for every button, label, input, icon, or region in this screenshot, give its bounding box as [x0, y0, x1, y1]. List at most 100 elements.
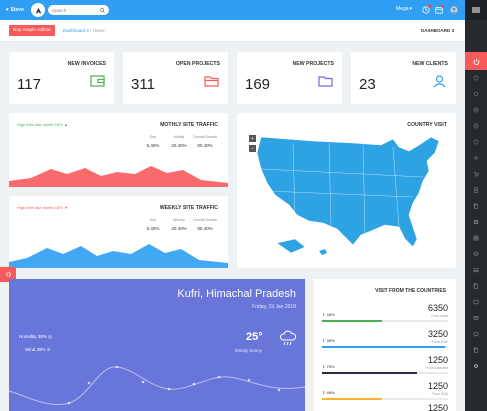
image-icon [473, 267, 479, 273]
visits-title: VISIT FROM THE COUNTRIES [375, 288, 446, 294]
mail-icon [473, 316, 479, 320]
grid-icon [473, 219, 479, 225]
gear-icon [473, 363, 479, 369]
list-item: 6350 From India ⬆ 48% [322, 303, 448, 323]
stat-value: 169 [245, 76, 271, 93]
visit-value: 1250 [427, 381, 448, 391]
gear-icon [5, 271, 11, 278]
traffic-hint: High then last month 18% ▼ [17, 205, 68, 210]
sidebar-item-17[interactable] [465, 326, 487, 342]
traffic-title: WEEKLY SITE TRAFFIC [159, 205, 218, 211]
monthly-traffic-card: High then last month 18% ▲ MOTHLY SITE T… [9, 113, 228, 187]
compass-icon [473, 123, 479, 129]
buy-button[interactable]: Buy Ample Admin [9, 25, 55, 36]
arrow-up-icon: ⬆ [322, 312, 326, 317]
sidebar-item-3[interactable] [465, 102, 487, 118]
sidebar-item-dashboard[interactable] [465, 52, 487, 70]
stat-value: 23 [359, 76, 376, 93]
sidebar-item-15[interactable] [465, 294, 487, 310]
progress-fill [322, 398, 383, 400]
sidebar-logo-icon[interactable] [465, 0, 487, 20]
chat-icon [473, 331, 479, 337]
mega-menu-label: Mega [396, 6, 409, 12]
chevron-down-icon: ▾ [409, 6, 413, 12]
visit-source: From Australia [425, 366, 448, 370]
visit-value: 6350 [427, 303, 448, 313]
usa-map[interactable] [253, 131, 451, 263]
stat-card-invoices: NEW INVOICES 117 [9, 52, 114, 104]
sidebar-item-14[interactable] [465, 278, 487, 294]
brand-logo-icon[interactable] [31, 3, 45, 17]
sidebar-item-13[interactable] [465, 262, 487, 278]
visit-value: 1250 [427, 403, 448, 411]
cloud-rain-icon [279, 330, 297, 346]
search-icon[interactable] [100, 7, 105, 13]
weather-temperature: 25° [246, 331, 263, 343]
sidebar-item-6[interactable] [465, 150, 487, 166]
sun-icon [473, 155, 479, 161]
wallet-icon [90, 75, 105, 87]
calendar-button[interactable] [434, 5, 444, 15]
traffic-stats: Day 5.40% Weekly 20.40% Overall Growth 80.4… [140, 218, 218, 231]
progress-fill [322, 346, 446, 348]
gear-icon [473, 91, 479, 97]
document-icon [473, 187, 479, 193]
breadcrumb-separator: / [90, 28, 92, 33]
sidebar-item-9[interactable] [465, 198, 487, 214]
list-item: 1250 From Australia ⬇ 75% [322, 355, 448, 375]
mega-menu-button[interactable]: Mega ▾ [396, 6, 412, 12]
stat-value: 20.40% [171, 226, 187, 231]
avatar [450, 6, 458, 14]
breadcrumb-bar: Buy Ample Admin Dashboard 3 / Home DASHB… [0, 20, 465, 42]
wind-icon: ≋ [46, 347, 51, 352]
table-icon [473, 235, 479, 241]
sidebar-item-12[interactable] [465, 246, 487, 262]
arrow-up-icon: ⬆ [322, 390, 326, 395]
visit-value: 1250 [427, 355, 448, 365]
profile-button[interactable] [449, 5, 459, 15]
visit-value: 3250 [427, 329, 448, 339]
visit-percent: ⬇ 75% [322, 364, 335, 369]
power-icon [473, 58, 479, 65]
user-menu-button[interactable]: ▾ Steve [6, 7, 24, 13]
visit-percent: ⬆ 98% [322, 338, 335, 343]
sidebar-item-16[interactable] [465, 310, 487, 326]
weather-date: Friday, 19 Jan 2018 [252, 304, 296, 310]
stat-head: Day [149, 218, 157, 222]
sidebar-item-10[interactable] [465, 214, 487, 230]
country-visit-card: COUNTRY VISIT + − [237, 113, 456, 268]
sidebar-item-5[interactable] [465, 134, 487, 150]
weekly-area-chart [9, 244, 228, 268]
user-name: Steve [10, 7, 24, 13]
stat-head: Weekly [173, 218, 185, 222]
stat-value: 80.40% [197, 226, 213, 231]
stat-head: Day [149, 135, 157, 139]
stat-label: OPEN PROJECTS [175, 61, 220, 67]
stat-label: NEW CLIENTS [412, 61, 448, 67]
traffic-stats: Day 5.40% Mothly 20.40% Overall Growth 80.4… [140, 135, 218, 148]
sidebar-item-4[interactable] [465, 118, 487, 134]
sidebar-item-18[interactable] [465, 342, 487, 358]
weather-location: Kufri, Himachal Pradesh [177, 288, 296, 300]
sidebar-item-7[interactable] [465, 166, 487, 182]
target-icon [473, 107, 479, 113]
traffic-title: MOTHLY SITE TRAFFIC [160, 122, 218, 128]
sidebar-item-1[interactable] [465, 70, 487, 86]
monthly-area-chart [9, 166, 228, 187]
sidebar-item-8[interactable] [465, 182, 487, 198]
notification-button[interactable] [421, 5, 431, 15]
stat-value: 5.40% [146, 226, 160, 231]
sidebar-item-11[interactable] [465, 230, 487, 246]
traffic-hint: High then last month 18% ▲ [17, 122, 68, 127]
progress-fill [322, 372, 417, 374]
calendar-badge [441, 5, 444, 8]
search-input[interactable] [52, 7, 100, 13]
stat-head: Overall Growth [193, 135, 217, 139]
layers-icon [473, 251, 479, 257]
weather-humidity: Humidity 38% ◎ [19, 334, 52, 339]
stat-value: 117 [17, 76, 41, 93]
sidebar-item-settings[interactable] [465, 358, 487, 374]
sidebar-item-2[interactable] [465, 86, 487, 102]
drop-icon: ◎ [48, 334, 52, 339]
breadcrumb-link-dashboard[interactable]: Dashboard 3 [63, 28, 89, 33]
